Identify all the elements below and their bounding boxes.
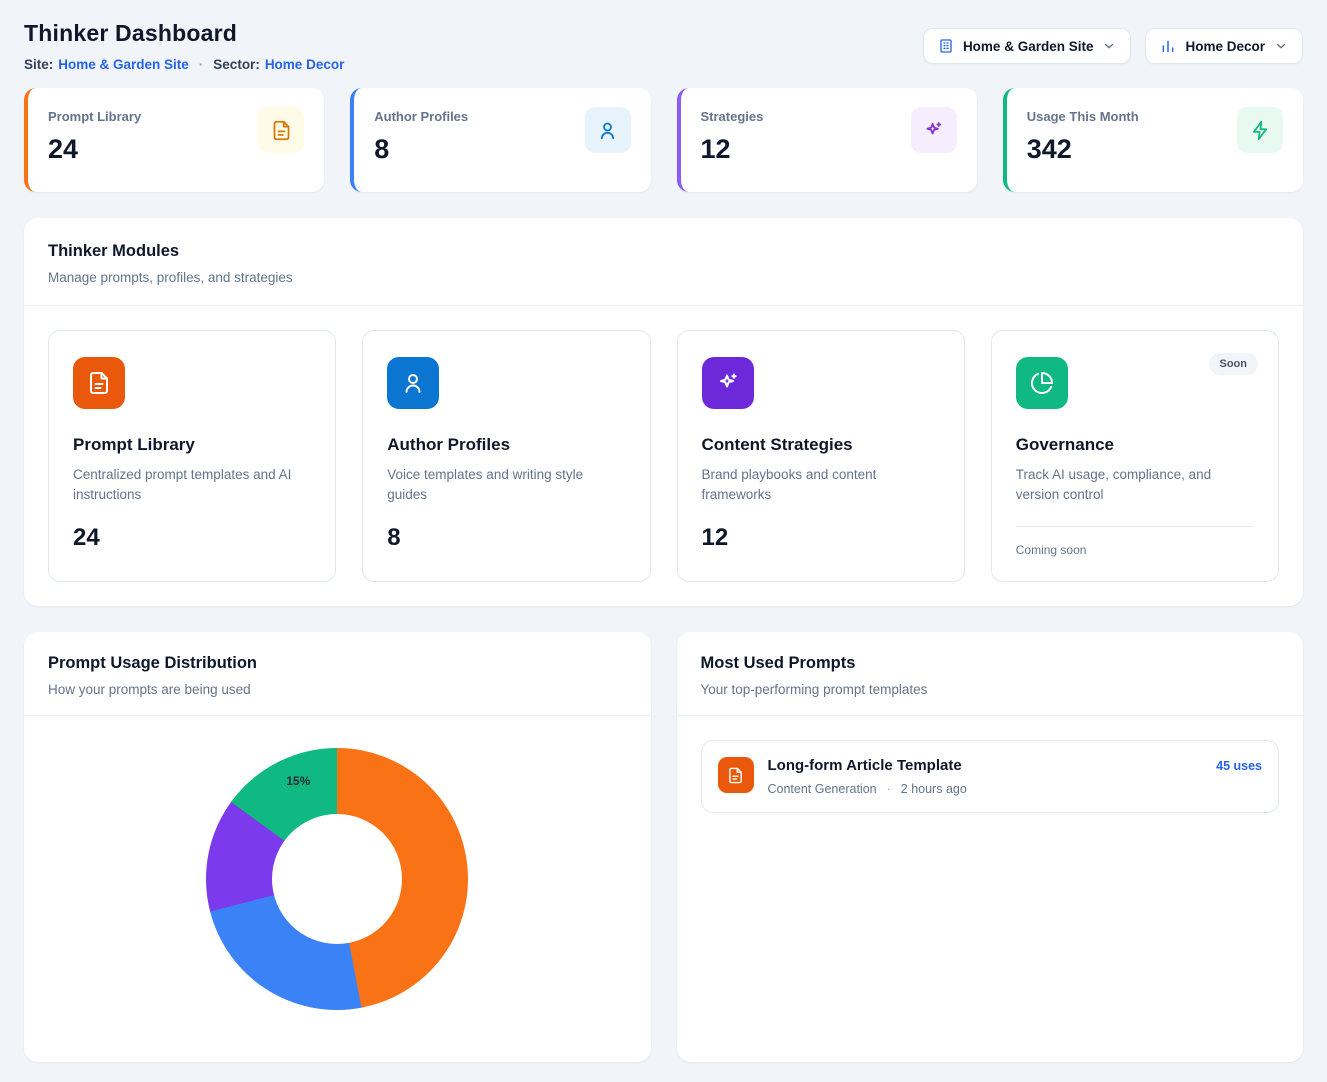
stat-card-usage: Usage This Month 342 [1003,88,1303,192]
page-title: Thinker Dashboard [24,20,344,47]
header-selectors: Home & Garden Site Home Decor [923,28,1303,64]
stat-card-strategies: Strategies 12 [677,88,977,192]
document-icon [73,357,125,409]
most-used-title: Most Used Prompts [701,654,1280,673]
document-icon [718,757,754,793]
usage-distribution-panel: Prompt Usage Distribution How your promp… [24,632,651,1062]
sector-selector-label: Home Decor [1185,39,1265,54]
prompt-item-time: 2 hours ago [901,782,967,796]
stat-card-author-profiles: Author Profiles 8 [350,88,650,192]
prompt-item-meta: Content Generation · 2 hours ago [768,782,967,796]
module-card-author-profiles[interactable]: Author Profiles Voice templates and writ… [362,330,650,582]
coming-soon-text: Coming soon [1016,543,1254,557]
module-description: Track AI usage, compliance, and version … [1016,465,1254,506]
thinker-modules-section: Thinker Modules Manage prompts, profiles… [24,218,1303,606]
module-count: 12 [702,524,940,552]
bar-chart-icon [1160,38,1176,54]
usage-panel-subtitle: How your prompts are being used [48,682,627,697]
most-used-subtitle: Your top-performing prompt templates [701,682,1280,697]
user-icon [585,107,631,153]
stat-text: Author Profiles 8 [374,105,468,165]
stat-value: 24 [48,134,141,165]
stat-value: 8 [374,134,468,165]
top-bar: Thinker Dashboard Site: Home & Garden Si… [24,20,1303,72]
most-used-header: Most Used Prompts Your top-performing pr… [677,632,1304,716]
module-count: 8 [387,524,625,552]
module-description: Brand playbooks and content frameworks [702,465,940,506]
building-icon [938,38,954,54]
prompt-list-item[interactable]: Long-form Article Template Content Gener… [701,740,1280,813]
chevron-down-icon [1102,39,1116,53]
stat-label: Strategies [701,109,764,124]
module-title: Prompt Library [73,435,311,455]
bolt-icon [1237,107,1283,153]
module-card-prompt-library[interactable]: Prompt Library Centralized prompt templa… [48,330,336,582]
breadcrumb: Site: Home & Garden Site · Sector: Home … [24,57,344,72]
module-title: Author Profiles [387,435,625,455]
header-left: Thinker Dashboard Site: Home & Garden Si… [24,20,344,72]
module-card-content-strategies[interactable]: Content Strategies Brand playbooks and c… [677,330,965,582]
modules-subtitle: Manage prompts, profiles, and strategies [48,270,1279,285]
module-divider [1016,526,1254,527]
user-icon [387,357,439,409]
sector-link[interactable]: Home Decor [265,57,345,72]
site-label: Site: [24,57,53,72]
stat-label: Author Profiles [374,109,468,124]
usage-panel-header: Prompt Usage Distribution How your promp… [24,632,651,716]
stat-text: Usage This Month 342 [1027,105,1139,165]
sector-label: Sector: [213,57,260,72]
document-icon [258,107,304,153]
module-title: Content Strategies [702,435,940,455]
stat-label: Usage This Month [1027,109,1139,124]
stat-text: Strategies 12 [701,105,764,165]
stat-value: 12 [701,134,764,165]
site-selector-label: Home & Garden Site [963,39,1094,54]
module-title: Governance [1016,435,1254,455]
usage-donut: 15% [206,748,468,1010]
bottom-row: Prompt Usage Distribution How your promp… [24,632,1303,1062]
site-selector-dropdown[interactable]: Home & Garden Site [923,28,1132,64]
stat-label: Prompt Library [48,109,141,124]
modules-grid: Prompt Library Centralized prompt templa… [24,306,1303,606]
stat-card-prompt-library: Prompt Library 24 [24,88,324,192]
module-card-governance[interactable]: Soon Governance Track AI usage, complian… [991,330,1279,582]
prompt-item-text: Long-form Article Template Content Gener… [768,757,967,796]
separator-dot: · [887,782,891,796]
stats-row: Prompt Library 24 Author Profiles 8 Stra… [24,88,1303,192]
sparkle-star-icon [702,357,754,409]
sector-selector-dropdown[interactable]: Home Decor [1145,28,1303,64]
donut-hole [272,814,402,944]
dashboard-page: Thinker Dashboard Site: Home & Garden Si… [0,0,1327,1082]
prompt-item-category: Content Generation [768,782,877,796]
site-link[interactable]: Home & Garden Site [58,57,189,72]
module-description: Voice templates and writing style guides [387,465,625,506]
donut-segment-label: 15% [286,774,310,788]
module-description: Centralized prompt templates and AI inst… [73,465,311,506]
modules-title: Thinker Modules [48,242,1279,261]
chevron-down-icon [1274,39,1288,53]
prompt-item-uses-badge: 45 uses [1216,757,1262,773]
modules-header: Thinker Modules Manage prompts, profiles… [24,218,1303,306]
stat-text: Prompt Library 24 [48,105,141,165]
most-used-prompts-panel: Most Used Prompts Your top-performing pr… [677,632,1304,1062]
stat-value: 342 [1027,134,1139,165]
usage-panel-title: Prompt Usage Distribution [48,654,627,673]
sparkle-star-icon [911,107,957,153]
soon-badge: Soon [1209,353,1259,375]
prompt-item-title: Long-form Article Template [768,757,967,774]
module-count: 24 [73,524,311,552]
separator-dot: · [199,57,204,72]
pie-chart-icon [1016,357,1068,409]
donut-chart-area: 15% [24,716,651,1056]
